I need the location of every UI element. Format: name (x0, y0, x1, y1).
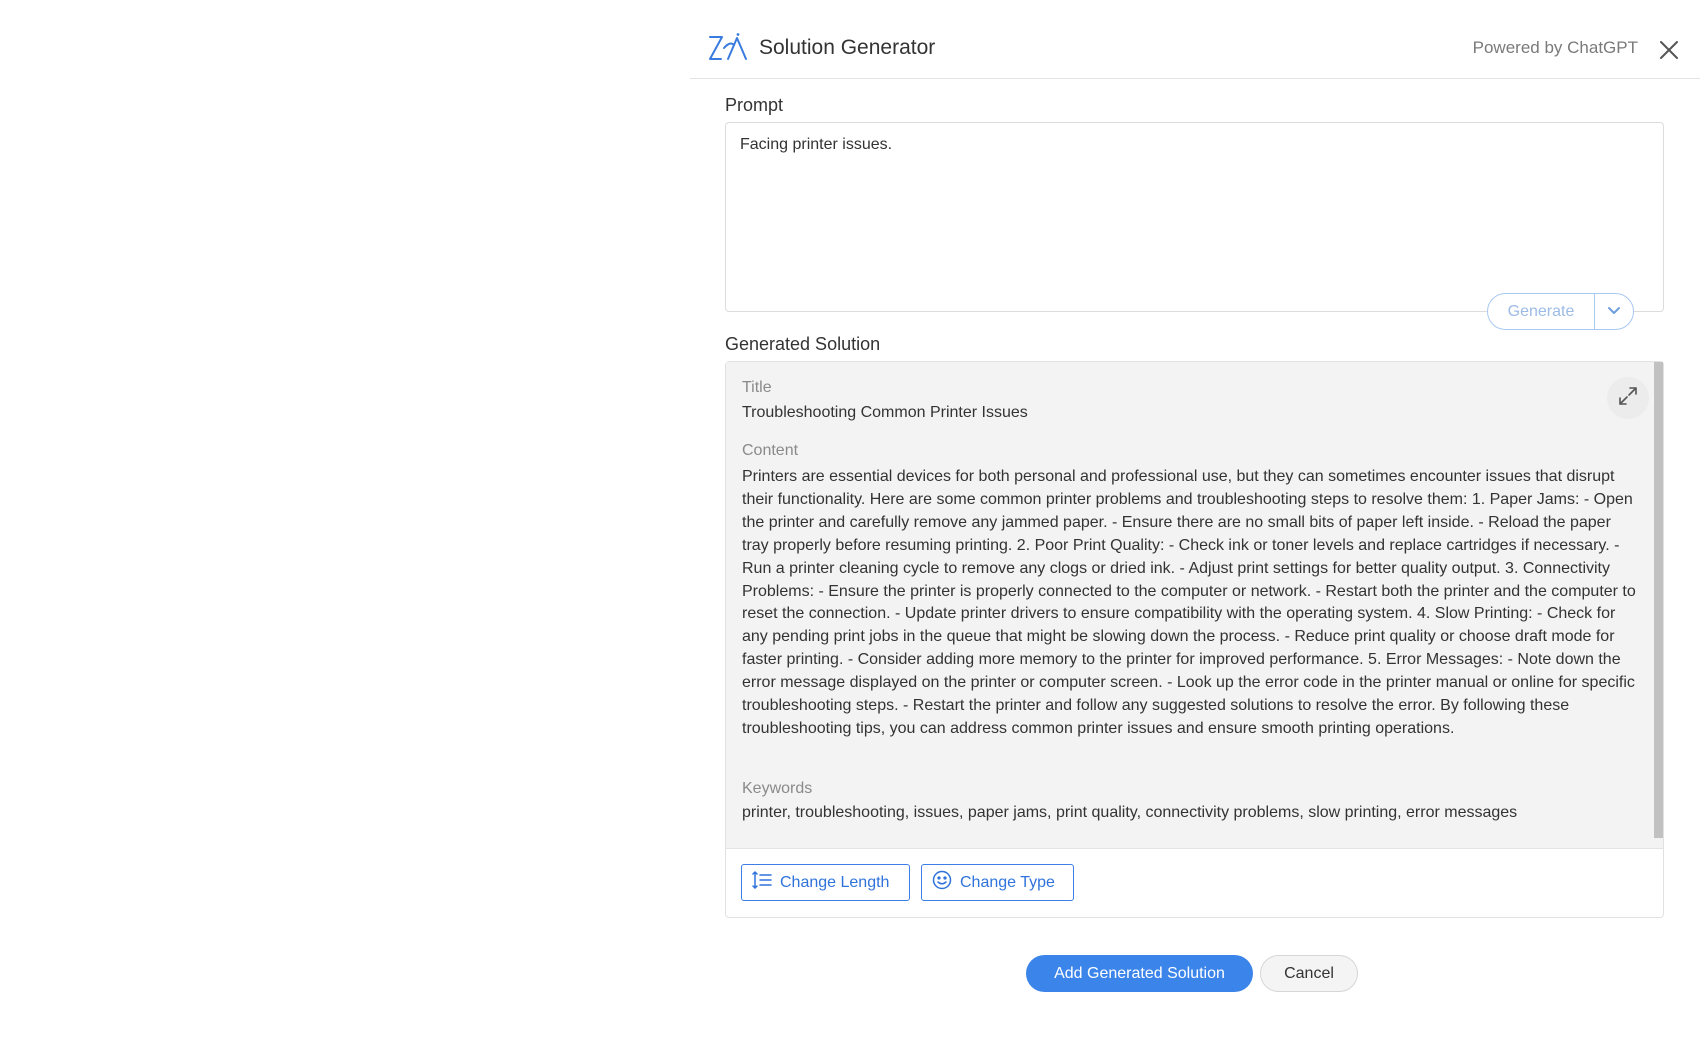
add-generated-solution-button[interactable]: Add Generated Solution (1026, 955, 1253, 992)
chevron-down-icon (1607, 303, 1621, 321)
panel-title: Solution Generator (759, 36, 936, 59)
zia-logo-icon (708, 32, 748, 62)
prompt-label: Prompt (725, 95, 784, 115)
solution-content-area: Title Troubleshooting Common Printer Iss… (726, 362, 1663, 849)
solution-title: Troubleshooting Common Printer Issues (742, 404, 1028, 421)
powered-by-label: Powered by ChatGPT (1472, 38, 1638, 57)
generate-options-button[interactable] (1595, 294, 1633, 329)
cancel-button[interactable]: Cancel (1260, 955, 1358, 992)
smiley-icon (932, 870, 952, 895)
expand-button[interactable] (1607, 377, 1649, 419)
change-type-button[interactable]: Change Type (921, 864, 1074, 901)
solution-generator-panel: Solution Generator Powered by ChatGPT Pr… (690, 0, 1700, 1046)
line-height-icon (752, 870, 772, 894)
keywords-label: Keywords (742, 780, 813, 797)
close-icon[interactable] (1657, 38, 1681, 62)
solution-content: Printers are essential devices for both … (742, 468, 1636, 737)
generate-split-button: Generate (1487, 293, 1634, 330)
title-label: Title (742, 379, 772, 396)
generated-solution-label: Generated Solution (725, 334, 881, 354)
solution-scrollbar[interactable] (1654, 362, 1663, 838)
expand-icon (1617, 385, 1639, 412)
change-length-label: Change Length (780, 873, 890, 891)
content-label: Content (742, 442, 799, 459)
prompt-input[interactable]: Facing printer issues. (725, 122, 1664, 312)
generated-solution-box: Title Troubleshooting Common Printer Iss… (725, 361, 1664, 918)
solution-keywords: printer, troubleshooting, issues, paper … (742, 804, 1518, 821)
change-type-label: Change Type (960, 873, 1055, 891)
change-length-button[interactable]: Change Length (741, 864, 910, 901)
generate-button[interactable]: Generate (1488, 294, 1595, 329)
panel-header: Solution Generator Powered by ChatGPT (690, 0, 1700, 79)
